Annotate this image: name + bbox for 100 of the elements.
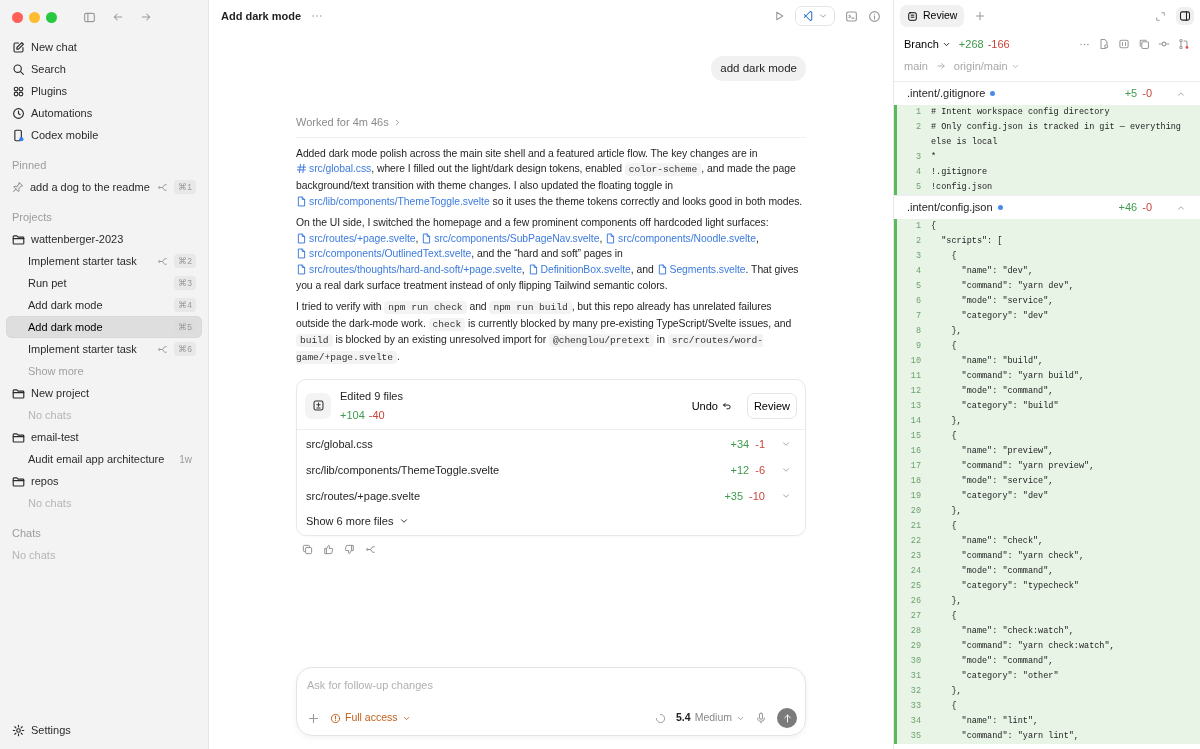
- line-number: 16: [909, 445, 921, 458]
- project-item[interactable]: wattenberger-2023: [6, 228, 202, 250]
- info-icon[interactable]: [868, 9, 881, 23]
- added-count: +12: [730, 462, 750, 478]
- hash-icon: [296, 163, 307, 175]
- access-dropdown[interactable]: Full access: [330, 710, 411, 726]
- fork-icon[interactable]: [365, 544, 376, 556]
- chat-item[interactable]: Audit email app architecture 1w: [6, 448, 202, 470]
- branch-dropdown[interactable]: Branch: [904, 35, 951, 53]
- windows-icon[interactable]: [1138, 38, 1150, 50]
- review-button[interactable]: Review: [746, 392, 797, 420]
- nav-item[interactable]: Search: [6, 58, 202, 80]
- removed-count: -1: [755, 436, 765, 452]
- back-icon[interactable]: [112, 11, 124, 23]
- project-item[interactable]: New project: [6, 382, 202, 404]
- code-line: "command": "yarn check:watch",: [960, 640, 1116, 653]
- code-line: "mode": "command",: [960, 385, 1055, 398]
- folder-icon: [12, 386, 25, 400]
- chat-item[interactable]: Add dark mode ⌘4: [6, 294, 202, 316]
- expand-icon[interactable]: [1155, 10, 1166, 22]
- pull-request-icon[interactable]: [1178, 38, 1190, 50]
- file-path[interactable]: src/routes/+page.svelte: [306, 487, 421, 505]
- thumbs-up-icon[interactable]: [323, 544, 334, 556]
- terminal-icon[interactable]: [845, 9, 858, 23]
- project-item[interactable]: repos: [6, 470, 202, 492]
- columns-icon[interactable]: [1118, 38, 1130, 50]
- code-line: "category": "build": [960, 400, 1060, 413]
- play-icon[interactable]: [773, 10, 785, 22]
- project-item[interactable]: email-test: [6, 426, 202, 448]
- code-line: "name": "check:watch",: [960, 625, 1075, 638]
- send-button[interactable]: [777, 708, 797, 728]
- show-more-files[interactable]: Show 6 more files: [306, 512, 394, 530]
- panel-toggle-button[interactable]: [1176, 7, 1194, 25]
- worked-toggle[interactable]: Worked for 4m 46s: [296, 114, 402, 131]
- nav-item[interactable]: Plugins: [6, 80, 202, 102]
- code-line: "category": "dev": [960, 310, 1050, 323]
- shortcut-badge: ⌘6: [174, 341, 196, 357]
- nav-item[interactable]: Codex mobile: [6, 124, 202, 146]
- copy-icon[interactable]: [302, 544, 313, 556]
- file-path[interactable]: src/lib/components/ThemeToggle.svelte: [306, 461, 500, 479]
- line-number: 26: [909, 595, 921, 608]
- message-paragraph: Added dark mode polish across the main site shell and a featured article flow. The key changes are in src/global.css, where I filled out the light/dark design tokens, enabled color-scheme , and made the page background/text transition with theme changes. I also updated the floating toggle in src/lib/components/ThemeToggle.svelte so it uses the theme tokens correctly and looks good in both modes.: [296, 146, 804, 209]
- code-line: !config.json: [930, 181, 994, 194]
- model-dropdown[interactable]: 5.4 Medium: [676, 710, 745, 726]
- removed-count: -0: [1142, 86, 1152, 102]
- line-number: 29: [909, 640, 921, 653]
- code-editor-icon: [802, 10, 814, 22]
- thumbs-down-icon[interactable]: [344, 544, 355, 556]
- microphone-icon[interactable]: [755, 712, 767, 724]
- file-link[interactable]: src/routes/thoughts/hard-and-soft/+page.svelte: [296, 263, 522, 275]
- file-link[interactable]: src/components/Noodle.svelte: [605, 232, 756, 244]
- folder-icon: [12, 474, 25, 488]
- removed-count: -0: [1142, 200, 1152, 216]
- section-heading: Projects: [11, 209, 53, 225]
- message-input[interactable]: Ask for follow-up changes: [307, 676, 797, 694]
- settings-item[interactable]: Settings: [6, 719, 202, 741]
- line-number: 12: [909, 385, 921, 398]
- file-link[interactable]: src/routes/+page.svelte: [296, 232, 416, 244]
- code-line: {: [950, 250, 958, 263]
- nav-item[interactable]: New chat: [6, 36, 202, 58]
- chat-item[interactable]: Implement starter task ⌘2: [6, 250, 202, 272]
- forward-icon[interactable]: [140, 11, 152, 23]
- line-number: 3: [914, 250, 921, 263]
- added-count: +104: [340, 407, 365, 423]
- code-line: {: [950, 610, 958, 623]
- shortcut-badge: ⌘2: [174, 253, 196, 269]
- editor-button[interactable]: [795, 6, 835, 26]
- file-search-icon[interactable]: [1098, 38, 1110, 50]
- plus-icon[interactable]: [974, 10, 987, 22]
- message-paragraph: I tried to verify with npm run check and npm run build , but this repo already has unrelated failures outside the dark-mode work. check is currently blocked by many pre-existing TypeScript/Svelte issues, and build is blocked by an existing unresolved import for @chenglou/pretext in src/routes/word-game/+page.svelte .: [296, 300, 793, 366]
- close-button[interactable]: [12, 11, 23, 23]
- warning-icon: [330, 712, 341, 724]
- line-number: 8: [914, 325, 921, 338]
- pin-icon: [12, 181, 24, 193]
- code-line: "category": "typecheck": [960, 580, 1080, 593]
- code-line: "command": "yarn check",: [960, 550, 1086, 563]
- file-link[interactable]: src/lib/components/ThemeToggle.svelte: [296, 195, 490, 207]
- file-name[interactable]: .intent/.gitignore: [907, 85, 986, 102]
- file-name[interactable]: .intent/config.json: [907, 199, 993, 216]
- review-tab[interactable]: Review: [900, 5, 965, 27]
- line-number: 30: [909, 655, 921, 668]
- grid-icon: [12, 84, 25, 98]
- nav-item[interactable]: Automations: [6, 102, 202, 124]
- plus-icon[interactable]: [307, 711, 320, 725]
- sidebar-toggle-icon[interactable]: [83, 10, 96, 24]
- chat-item[interactable]: Add dark mode ⌘5: [6, 316, 202, 338]
- zoom-button[interactable]: [46, 11, 57, 23]
- file-path[interactable]: src/global.css: [306, 435, 373, 453]
- code-line: {: [950, 700, 958, 713]
- arrow-up-icon: [781, 712, 793, 724]
- chat-item[interactable]: add a dog to the readme ⌘1: [6, 176, 202, 198]
- chat-item[interactable]: Run pet ⌘3: [6, 272, 202, 294]
- chat-item[interactable]: Implement starter task ⌘6: [6, 338, 202, 360]
- code-line: },: [950, 325, 963, 338]
- code-line: "name": "dev",: [960, 265, 1035, 278]
- file-link[interactable]: DefinitionBox.svelte: [527, 263, 631, 275]
- composer-field[interactable]: Ask for follow-up changes Full access 5.4 Medium: [296, 667, 806, 736]
- code-line: "category": "dev": [960, 490, 1050, 503]
- minimize-button[interactable]: [29, 11, 40, 23]
- file-link[interactable]: Segments.svelte: [656, 263, 746, 275]
